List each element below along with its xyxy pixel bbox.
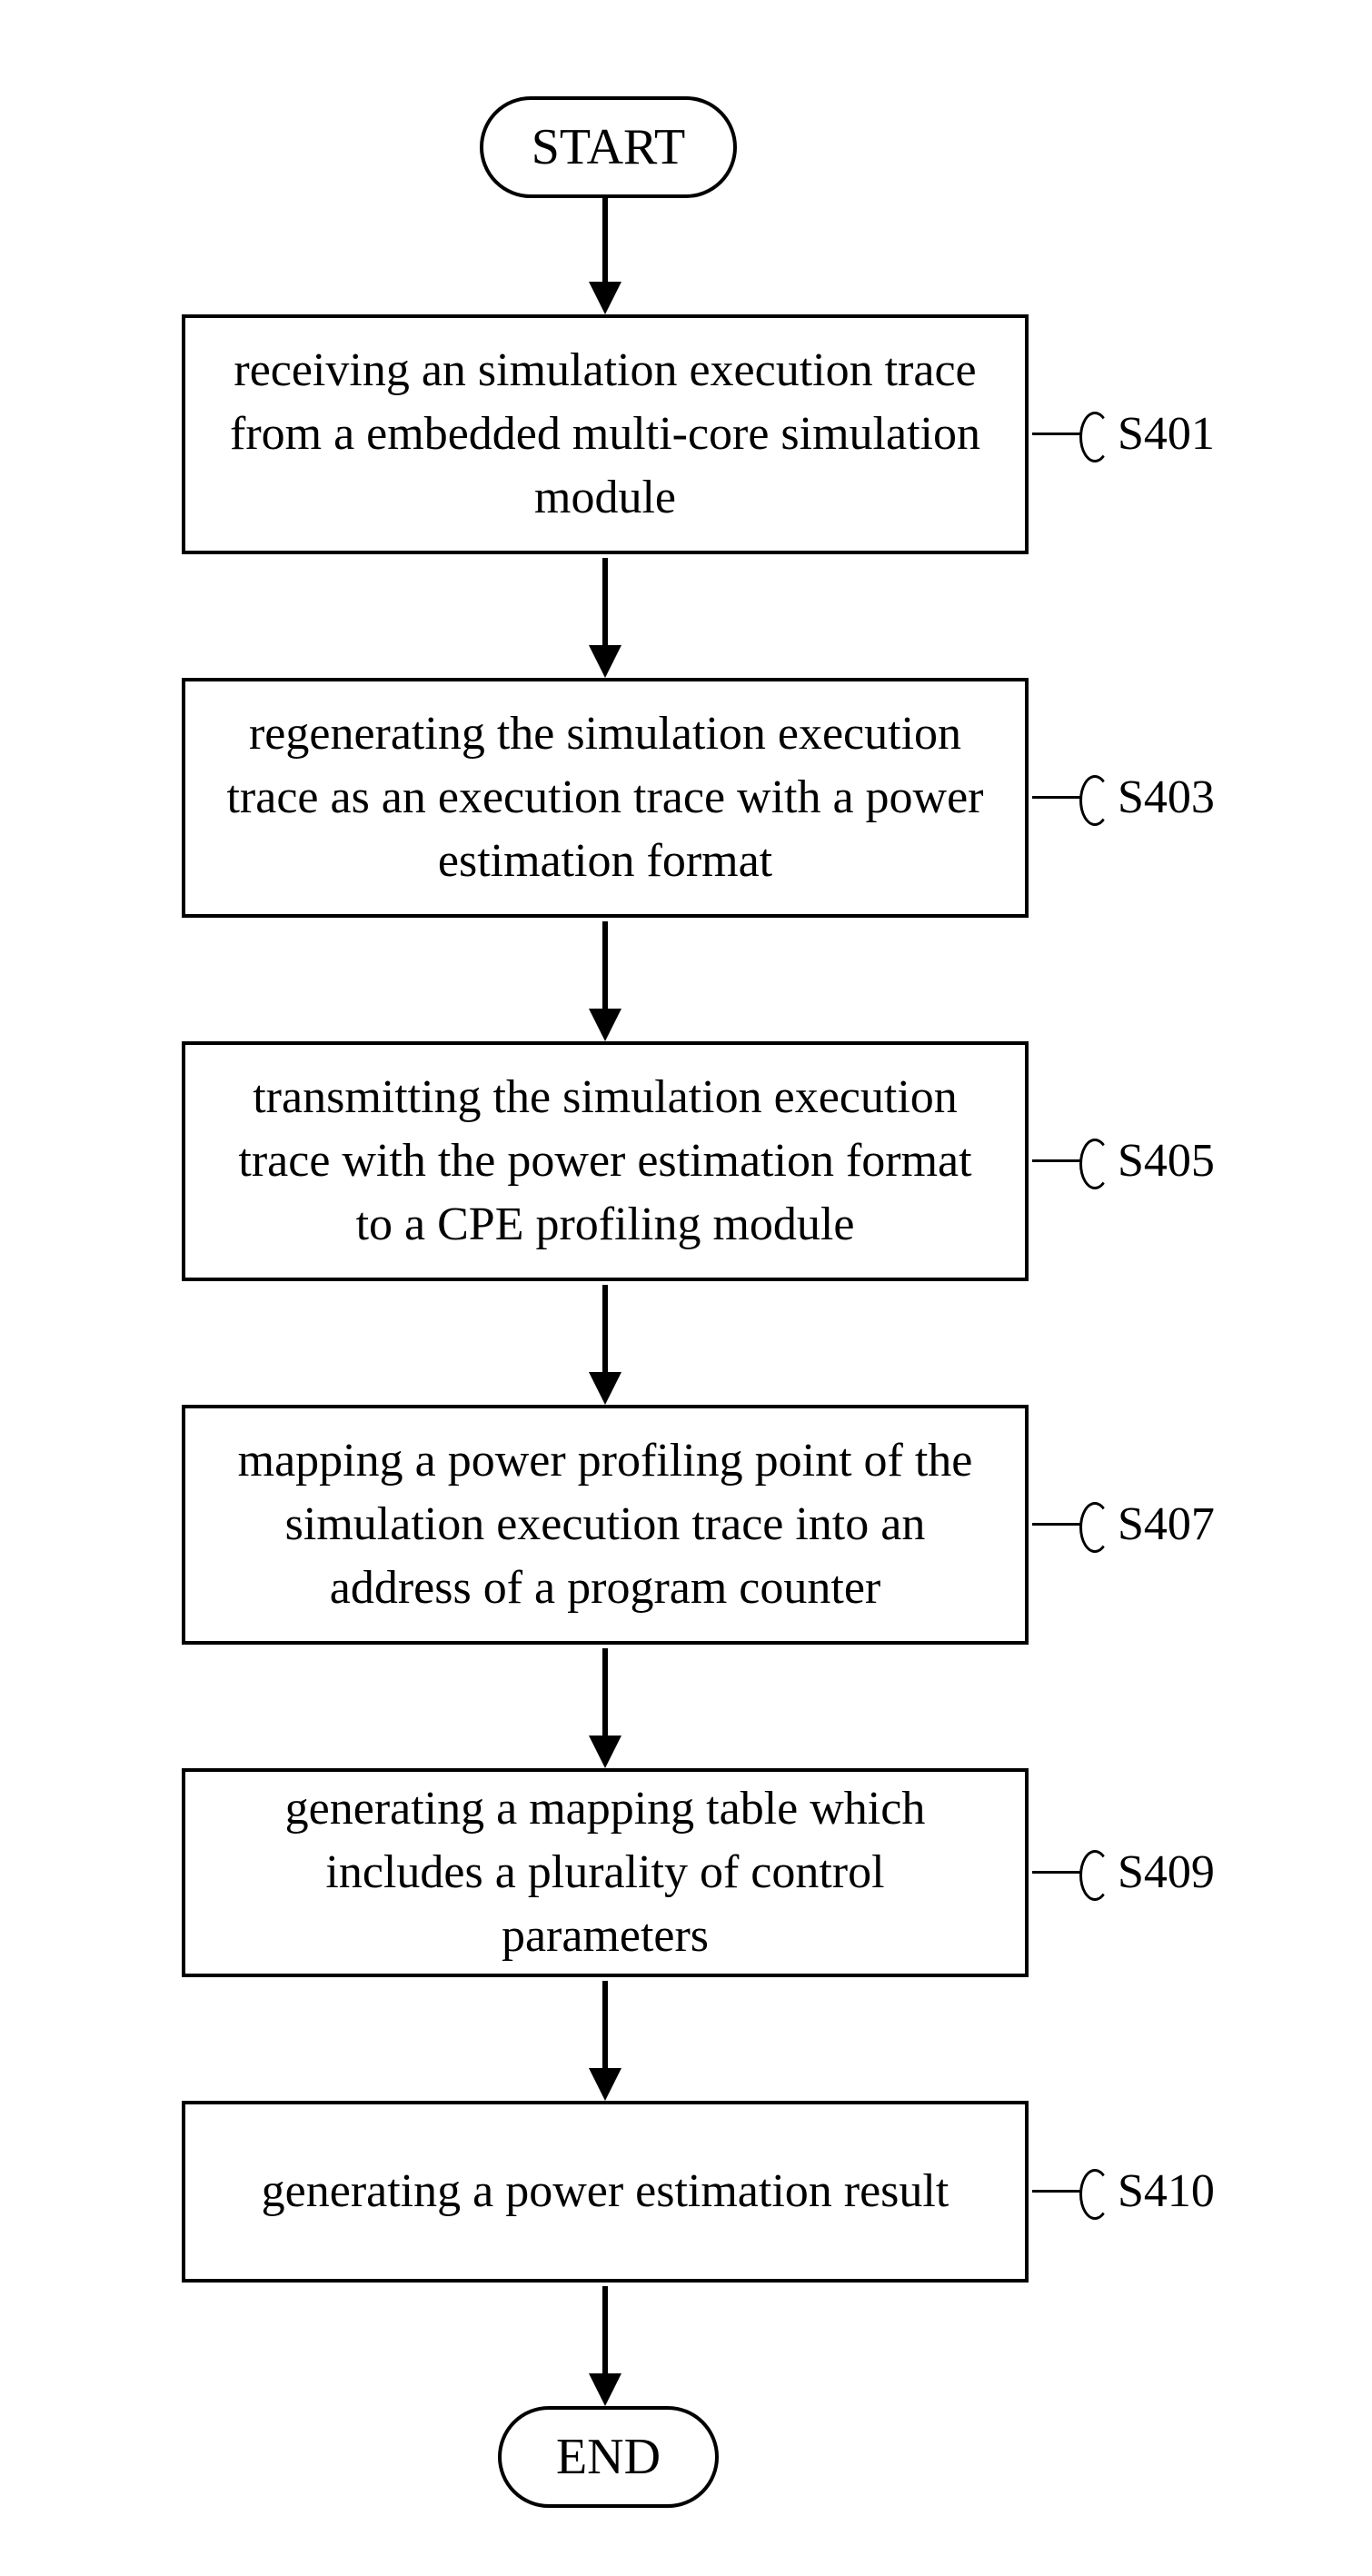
arrow-s405-s407-head <box>589 1372 621 1405</box>
label-s410-connector <box>1032 2190 1082 2193</box>
arrow-s410-end-head <box>589 2373 621 2406</box>
label-s403: S403 <box>1118 771 1215 824</box>
step-s410-text: generating a power estimation result <box>262 2160 949 2223</box>
end-label: END <box>556 2428 661 2486</box>
step-s405: transmitting the simulation execution tr… <box>182 1041 1029 1281</box>
step-s409: generating a mapping table which include… <box>182 1768 1029 1977</box>
step-s401-text: receiving an simulation execution trace … <box>222 339 989 531</box>
label-s409-connector <box>1032 1871 1082 1874</box>
label-s405-curve <box>1079 1139 1110 1189</box>
arrow-s405-s407-line <box>602 1285 608 1376</box>
step-s407: mapping a power profiling point of the s… <box>182 1405 1029 1645</box>
arrow-s407-s409-line <box>602 1648 608 1739</box>
label-s405: S405 <box>1118 1134 1215 1188</box>
arrow-s409-s410-head <box>589 2068 621 2101</box>
arrow-s403-s405-line <box>602 921 608 1012</box>
end-terminator: END <box>498 2406 719 2508</box>
label-s403-connector <box>1032 796 1082 799</box>
step-s405-text: transmitting the simulation execution tr… <box>222 1066 989 1258</box>
arrow-s409-s410-line <box>602 1981 608 2072</box>
arrow-s401-s403-head <box>589 645 621 678</box>
label-s403-curve <box>1079 775 1110 826</box>
label-s407: S407 <box>1118 1497 1215 1551</box>
step-s403-text: regenerating the simulation execution tr… <box>222 702 989 894</box>
label-s409-curve <box>1079 1850 1110 1901</box>
arrow-start-s401-line <box>602 194 608 285</box>
step-s407-text: mapping a power profiling point of the s… <box>222 1429 989 1621</box>
label-s410-curve <box>1079 2169 1110 2220</box>
label-s401: S401 <box>1118 407 1215 461</box>
flowchart-canvas: START receiving an simulation execution … <box>0 0 1372 2576</box>
arrow-s407-s409-head <box>589 1736 621 1768</box>
step-s410: generating a power estimation result <box>182 2101 1029 2283</box>
label-s409: S409 <box>1118 1845 1215 1899</box>
arrow-s403-s405-head <box>589 1009 621 1041</box>
arrow-s410-end-line <box>602 2286 608 2377</box>
arrow-s401-s403-line <box>602 558 608 649</box>
step-s403: regenerating the simulation execution tr… <box>182 678 1029 918</box>
step-s401: receiving an simulation execution trace … <box>182 314 1029 554</box>
label-s405-connector <box>1032 1159 1082 1162</box>
arrow-start-s401-head <box>589 282 621 314</box>
label-s407-connector <box>1032 1523 1082 1526</box>
label-s401-connector <box>1032 433 1082 435</box>
step-s409-text: generating a mapping table which include… <box>222 1777 989 1969</box>
label-s407-curve <box>1079 1502 1110 1553</box>
start-label: START <box>532 118 686 176</box>
start-terminator: START <box>480 96 737 198</box>
label-s410: S410 <box>1118 2164 1215 2218</box>
label-s401-curve <box>1079 412 1110 462</box>
